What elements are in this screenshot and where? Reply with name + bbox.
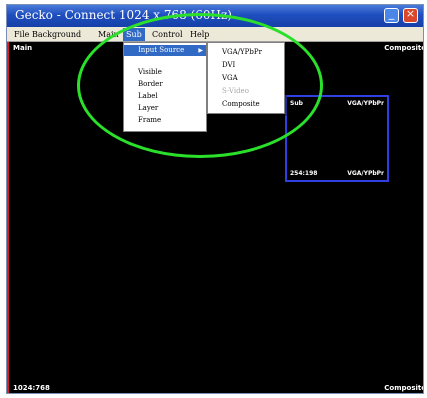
menu-item-visible[interactable]: Visible: [124, 67, 206, 78]
close-icon: ×: [405, 7, 416, 20]
source-option-vga-ypbpr[interactable]: VGA/YPbPr: [208, 47, 284, 58]
source-option-dvi[interactable]: DVI: [208, 60, 284, 71]
title-bar[interactable]: Gecko - Connect 1024 x 768 (60Hz) _ ×: [7, 5, 423, 27]
menu-item-border[interactable]: Border: [124, 79, 206, 90]
menu-sub[interactable]: Sub: [123, 28, 145, 41]
window-title: Gecko - Connect 1024 x 768 (60Hz): [15, 8, 232, 22]
menu-item-input-source-label: Input Source: [138, 46, 185, 54]
sub-label: Sub: [290, 100, 303, 107]
submenu-arrow-icon: ▶: [198, 47, 203, 54]
sub-menu-dropdown: Input Source ▶ Visible Border Label Laye…: [123, 42, 207, 132]
minimize-button[interactable]: _: [384, 7, 399, 23]
menu-bar: File Background Main Sub Control Help: [7, 27, 423, 42]
source-option-s-video: S-Video: [222, 87, 249, 95]
sub-source-label: VGA/YPbPr: [347, 100, 384, 107]
main-resolution-label: 1024:768: [13, 384, 50, 392]
main-source-label: Composite: [384, 44, 424, 52]
sub-size-label: 254:198: [290, 170, 318, 177]
menu-main[interactable]: Main: [95, 28, 122, 41]
source-option-vga[interactable]: VGA: [208, 73, 284, 84]
minimize-icon: _: [388, 7, 395, 20]
menu-item-label[interactable]: Label: [124, 91, 206, 102]
main-source-label-bottom: Composite: [384, 384, 424, 392]
menu-control[interactable]: Control: [149, 28, 186, 41]
app-window: Gecko - Connect 1024 x 768 (60Hz) _ × Fi…: [6, 4, 424, 394]
sub-window[interactable]: Sub VGA/YPbPr 254:198 VGA/YPbPr: [285, 95, 389, 182]
menu-help[interactable]: Help: [187, 28, 212, 41]
menu-item-input-source[interactable]: Input Source ▶: [124, 45, 206, 56]
source-option-composite[interactable]: Composite: [208, 99, 284, 110]
menu-item-frame[interactable]: Frame: [124, 115, 206, 126]
input-source-submenu: VGA/YPbPr DVI VGA S-Video Composite: [207, 42, 285, 114]
sub-source-label-bottom: VGA/YPbPr: [347, 170, 384, 177]
close-button[interactable]: ×: [403, 7, 418, 23]
menu-background[interactable]: Background: [29, 28, 84, 41]
main-label: Main: [13, 44, 33, 52]
menu-item-layer[interactable]: Layer: [124, 103, 206, 114]
